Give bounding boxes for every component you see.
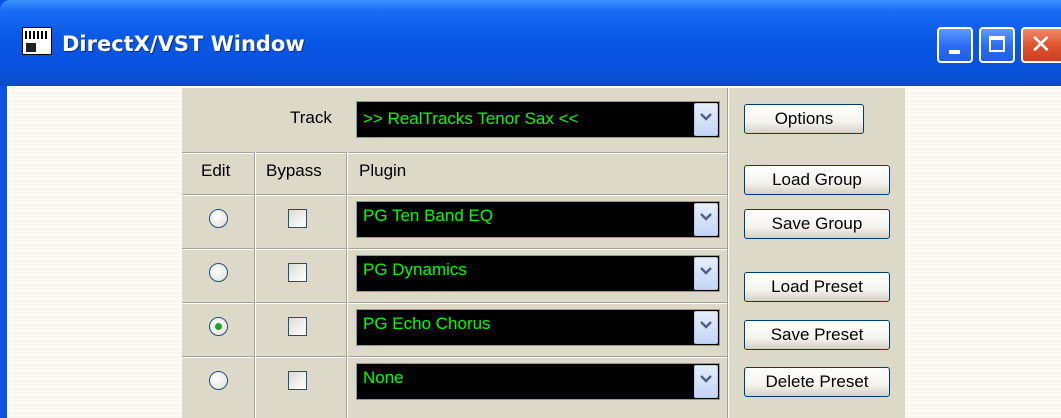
load-preset-button[interactable]: Load Preset [744, 272, 890, 302]
plugin-select-value: PG Ten Band EQ [363, 206, 494, 225]
track-label: Track [290, 108, 332, 127]
edit-radio-1[interactable] [209, 209, 228, 228]
close-icon: ✕ [1030, 30, 1052, 60]
bypass-checkbox-3[interactable] [288, 317, 307, 336]
plugin-select-1[interactable]: PG Ten Band EQ [356, 201, 720, 238]
plugin-select-3[interactable]: PG Echo Chorus [356, 309, 720, 346]
chevron-down-icon[interactable] [694, 103, 718, 136]
edit-radio-4[interactable] [209, 371, 228, 390]
bypass-checkbox-1[interactable] [288, 209, 307, 228]
close-button[interactable]: ✕ [1021, 27, 1061, 63]
radio-selected-dot [215, 323, 222, 330]
chevron-down-icon[interactable] [694, 257, 718, 290]
window-title: DirectX/VST Window [62, 32, 305, 56]
chevron-down-icon[interactable] [694, 203, 718, 236]
delete-preset-button[interactable]: Delete Preset [744, 367, 890, 397]
save-preset-button[interactable]: Save Preset [744, 320, 890, 350]
app-keyboard-icon[interactable] [22, 27, 52, 55]
save-group-button[interactable]: Save Group [744, 209, 890, 239]
col-bypass-header: Bypass [266, 161, 322, 180]
bypass-checkbox-4[interactable] [288, 371, 307, 390]
plugin-select-value: PG Dynamics [363, 260, 467, 279]
track-select[interactable]: >> RealTracks Tenor Sax << [356, 101, 720, 138]
plugin-select-2[interactable]: PG Dynamics [356, 255, 720, 292]
options-button[interactable]: Options [744, 104, 864, 134]
chevron-down-icon[interactable] [694, 311, 718, 344]
load-group-button[interactable]: Load Group [744, 165, 890, 195]
plugin-select-value: PG Echo Chorus [363, 314, 491, 333]
col-plugin-header: Plugin [359, 161, 407, 180]
plugin-panel: Track >> RealTracks Tenor Sax << Edit By… [182, 88, 905, 418]
title-bar[interactable]: DirectX/VST Window ✕ [0, 0, 1061, 86]
maximize-icon [989, 36, 1005, 52]
minimize-button[interactable] [937, 27, 973, 63]
plugin-select-4[interactable]: None [356, 363, 720, 400]
chevron-down-icon[interactable] [694, 365, 718, 398]
track-value: >> RealTracks Tenor Sax << [363, 109, 579, 128]
edit-radio-2[interactable] [209, 263, 228, 282]
minimize-icon [949, 50, 960, 54]
dx-vst-window: DirectX/VST Window ✕ Track >> RealTracks… [0, 0, 1061, 418]
bypass-checkbox-2[interactable] [288, 263, 307, 282]
maximize-button[interactable] [979, 27, 1015, 63]
col-edit-header: Edit [201, 161, 231, 180]
plugin-select-value: None [363, 368, 404, 387]
edit-radio-3[interactable] [209, 317, 228, 336]
